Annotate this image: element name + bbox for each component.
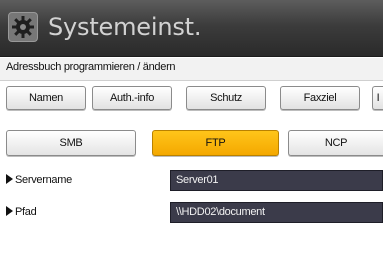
protocol-ftp-button[interactable]: FTP <box>152 130 279 156</box>
servername-label: Servername <box>6 174 72 186</box>
tab-auth-info[interactable]: Auth.-info <box>92 86 172 110</box>
gear-icon <box>12 16 34 38</box>
title-bar: Systemeinst. <box>0 0 383 57</box>
path-row: Pfad \\HDD02\document <box>0 202 383 224</box>
arrow-right-icon <box>6 174 13 184</box>
system-settings-icon-box <box>8 12 38 42</box>
tab-namen[interactable]: Namen <box>6 86 86 110</box>
subtitle: Adressbuch programmieren / ändern <box>6 61 176 73</box>
path-label: Pfad <box>6 206 37 218</box>
arrow-right-icon <box>6 206 13 216</box>
path-field[interactable]: \\HDD02\document <box>170 202 383 223</box>
protocol-smb-button[interactable]: SMB <box>6 130 136 156</box>
protocol-selector: SMB FTP NCP <box>0 130 383 158</box>
tab-partial[interactable]: I <box>372 86 383 110</box>
servername-field[interactable]: Server01 <box>170 170 383 191</box>
tab-schutz[interactable]: Schutz <box>186 86 266 110</box>
subtitle-bar: Adressbuch programmieren / ändern <box>0 58 383 81</box>
page-title: Systemeinst. <box>48 13 202 41</box>
tab-faxziel[interactable]: Faxziel <box>280 86 360 110</box>
servername-row: Servername Server01 <box>0 170 383 192</box>
tab-row: Namen Auth.-info Schutz Faxziel I <box>0 86 383 112</box>
protocol-ncp-button[interactable]: NCP <box>288 130 383 156</box>
